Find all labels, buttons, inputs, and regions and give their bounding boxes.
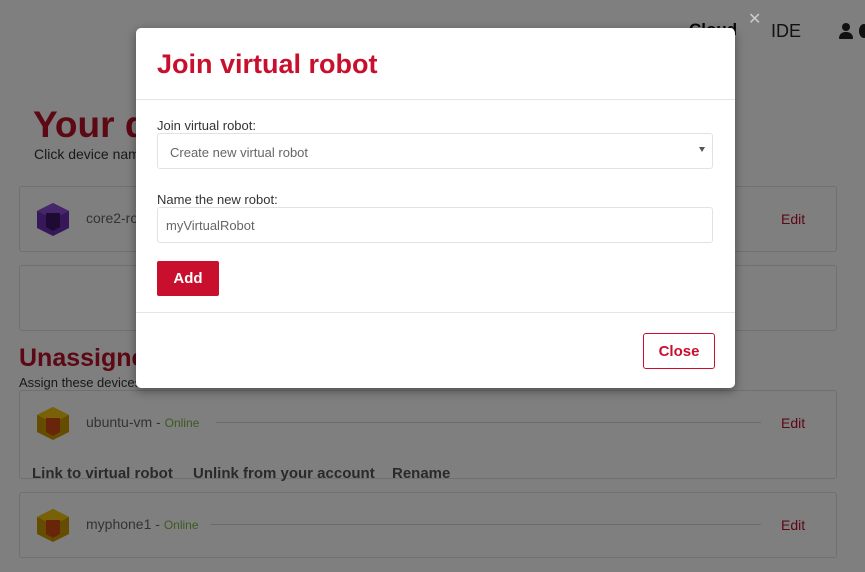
- robot-name-label: Name the new robot:: [157, 192, 278, 207]
- join-robot-label: Join virtual robot:: [157, 118, 256, 133]
- robot-name-input[interactable]: [157, 207, 713, 243]
- join-robot-select[interactable]: Create new virtual robot: [157, 133, 713, 169]
- modal-footer-divider: [136, 312, 735, 313]
- caret-down-icon: [699, 147, 705, 152]
- close-button[interactable]: Close: [643, 333, 715, 369]
- join-robot-selected: Create new virtual robot: [170, 145, 309, 160]
- modal-title: Join virtual robot: [157, 49, 378, 79]
- add-button[interactable]: Add: [157, 261, 219, 296]
- join-virtual-robot-dialog: Join virtual robot Join virtual robot: C…: [136, 28, 735, 388]
- close-icon[interactable]: ✕: [748, 9, 761, 29]
- modal-header: Join virtual robot: [136, 28, 735, 100]
